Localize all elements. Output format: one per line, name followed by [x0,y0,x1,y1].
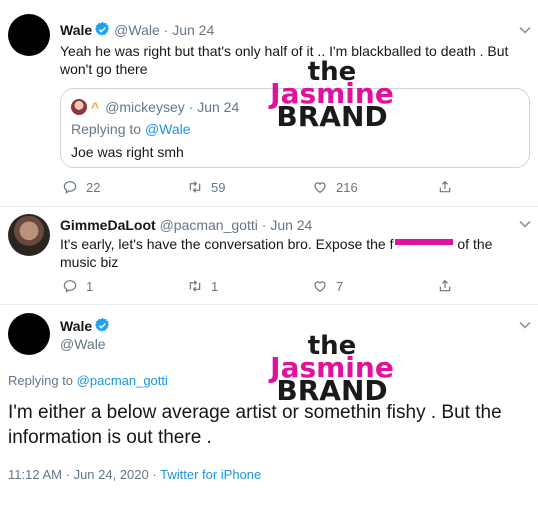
tweet3-name-row: Wale [60,317,114,335]
watermark-line-brand: BRAND [276,100,388,134]
tweet3-separator-2: · [152,467,157,482]
like-icon [314,182,326,194]
tweet1-date[interactable]: Jun 24 [172,22,214,38]
retweet-count: 59 [211,179,226,195]
reply-icon [63,280,77,293]
like-count: 7 [336,278,344,294]
verified-badge-icon [95,22,110,36]
reply-button[interactable]: 22 [62,178,100,196]
chevron-down-icon[interactable] [518,320,532,330]
share-button[interactable] [437,178,461,196]
avatar-wale[interactable] [8,313,50,355]
tweet3-text: I'm either a below average artist or som… [8,402,502,448]
tweet1-separator: · [163,22,169,38]
retweet-button[interactable]: 59 [187,178,225,196]
like-button[interactable]: 216 [312,178,358,196]
tweet2-separator: · [261,217,267,233]
share-button[interactable] [437,277,461,295]
tweet3-replying-handle[interactable]: @pacman_gotti [77,373,168,388]
quoted-handle[interactable]: @mickeysey [105,99,185,115]
tweet2-handle[interactable]: @pacman_gotti [160,217,258,233]
tweet3-date[interactable]: Jun 24, 2020 [74,467,149,482]
quoted-avatar[interactable] [71,99,87,115]
like-count: 216 [336,179,358,195]
tweet3-meta: 11:12 AM · Jun 24, 2020 · Twitter for iP… [8,466,261,484]
tweet3-replying-to: Replying to @pacman_gotti [8,372,168,390]
tweet2-text: It's early, let's have the conversation … [60,235,530,271]
quoted-date[interactable]: Jun 24 [197,99,239,115]
watermark-logo: the Jasmine BRAND [262,59,402,134]
tweet3-separator: · [65,467,70,482]
verified-badge-icon [95,318,110,332]
redaction-bar [395,239,454,245]
like-icon [314,281,326,293]
tweet3-handle-row: @Wale [60,335,106,353]
quoted-replying-to: Replying to @Wale [71,120,191,138]
reply-button[interactable]: 1 [62,277,93,295]
share-icon [439,279,451,292]
share-icon [439,180,451,193]
quoted-separator: · [188,99,194,115]
reply-count: 1 [86,278,94,294]
retweet-icon [189,280,201,292]
tweet1-actions: 22 59 216 [0,178,538,196]
tweet2-actions: 1 1 7 [0,277,538,295]
quoted-replying-handle[interactable]: @Wale [145,121,191,137]
quoted-name-mark: ^ [91,99,100,115]
tweet2-text-before: It's early, let's have the conversation … [60,236,394,252]
tweet1-author-name[interactable]: Wale [60,22,92,38]
tweet-divider [0,304,538,305]
tweet3-handle[interactable]: @Wale [60,336,106,352]
reply-icon [63,181,77,194]
tweet1-header: Wale @Wale · Jun 24 [60,21,214,39]
tweet3-source[interactable]: Twitter for iPhone [160,467,261,482]
tweet2-date[interactable]: Jun 24 [270,217,312,233]
tweet3-author-name[interactable]: Wale [60,318,92,334]
like-button[interactable]: 7 [312,277,343,295]
watermark-line-brand: BRAND [276,374,388,408]
quoted-tweet-header: ^ @mickeysey · Jun 24 [71,98,239,116]
quoted-replying-prefix: Replying to [71,121,145,137]
retweet-icon [189,181,201,193]
tweet2-author-name[interactable]: GimmeDaLoot [60,217,156,233]
watermark-logo: the Jasmine BRAND [262,333,402,408]
chevron-down-icon[interactable] [518,25,532,35]
quoted-text: Joe was right smh [71,144,184,160]
avatar-gimmedaloot[interactable] [8,214,50,256]
retweet-button[interactable]: 1 [187,277,218,295]
avatar-wale[interactable] [8,14,50,56]
reply-count: 22 [86,179,101,195]
tweet3-time[interactable]: 11:12 AM [8,467,62,482]
tweet-divider [0,206,538,207]
retweet-count: 1 [211,278,219,294]
tweet1-handle[interactable]: @Wale [114,22,160,38]
tweet2-header: GimmeDaLoot @pacman_gotti · Jun 24 [60,216,312,234]
tweet3-replying-prefix: Replying to [8,373,77,388]
chevron-down-icon[interactable] [518,219,532,229]
